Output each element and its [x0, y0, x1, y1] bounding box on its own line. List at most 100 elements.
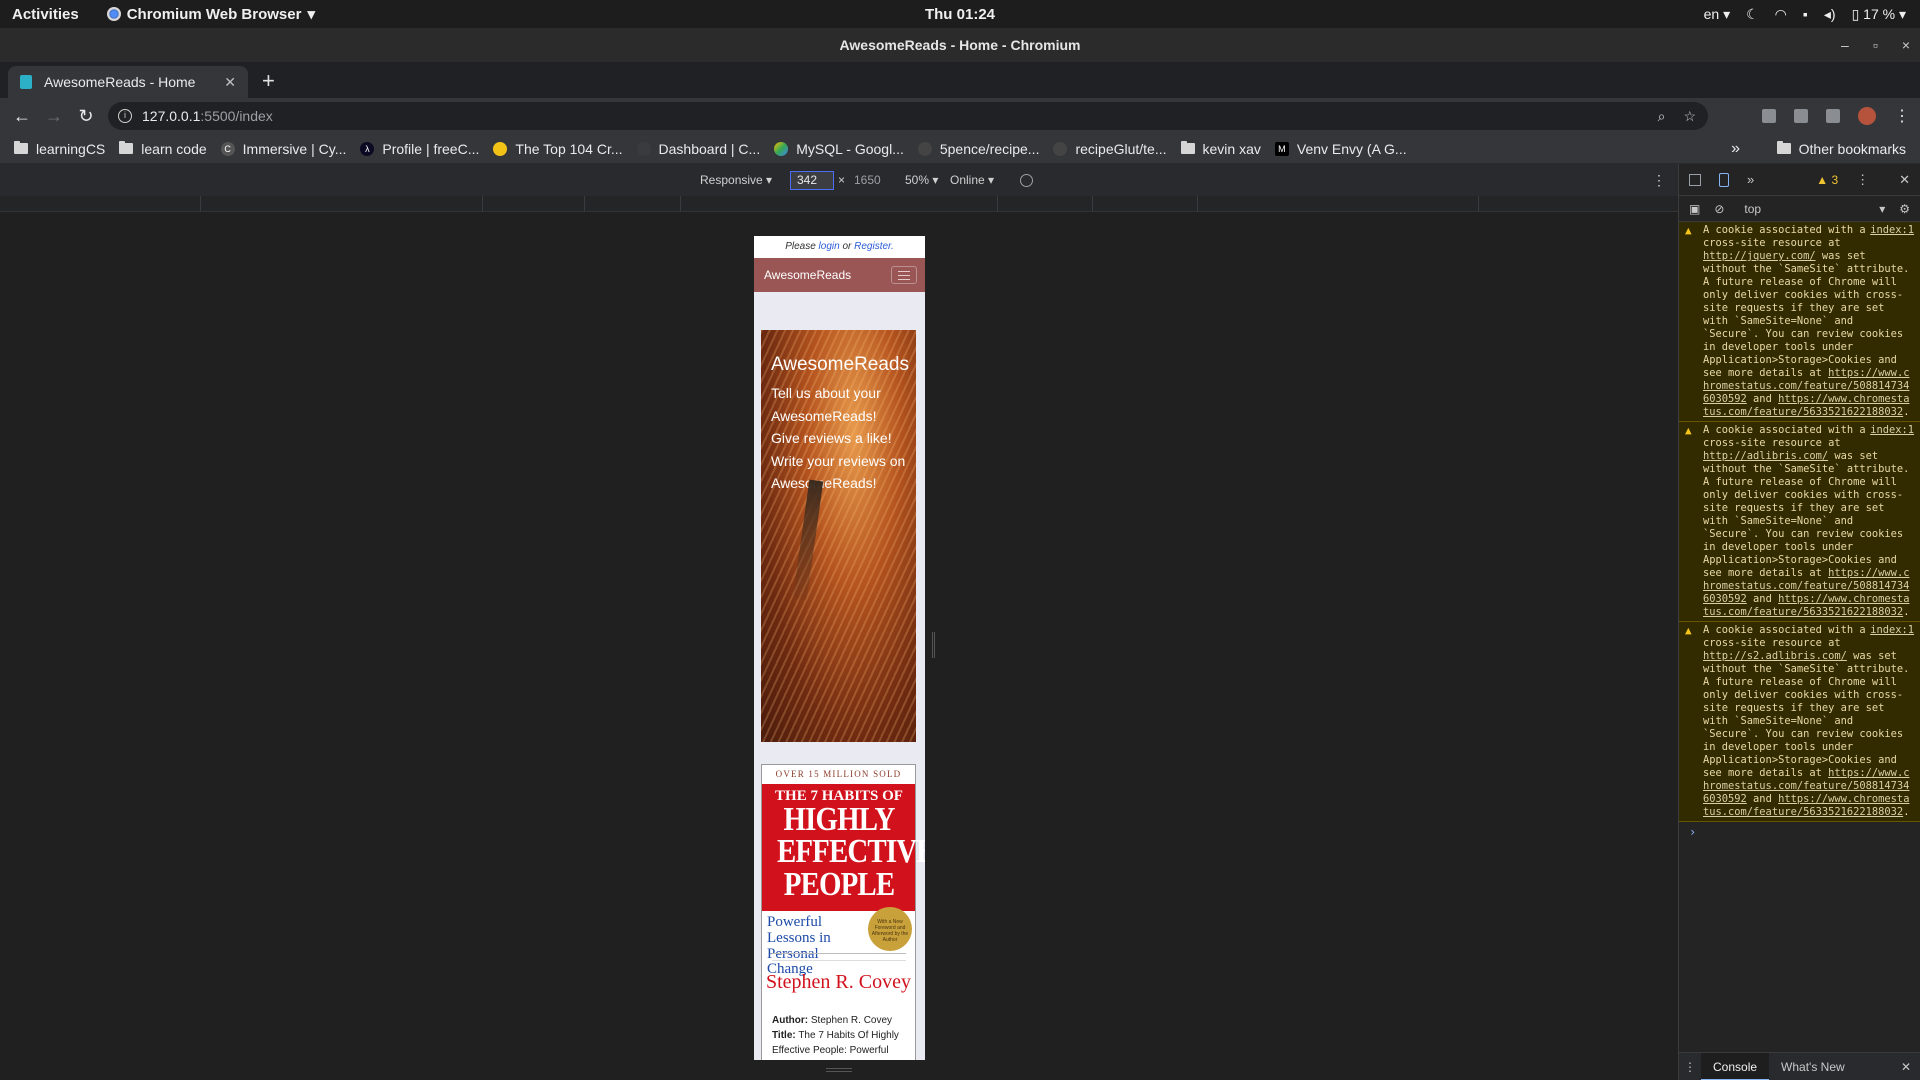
chromium-icon: [106, 7, 121, 21]
clear-console-icon[interactable]: ⊘: [1714, 202, 1724, 216]
media-query-segment[interactable]: [1197, 196, 1198, 212]
forward-arrow-icon[interactable]: →: [38, 106, 70, 127]
url-path: :5500/index: [200, 108, 273, 124]
bookmark-top-104[interactable]: The Top 104 Cr...: [493, 141, 623, 157]
media-query-segment[interactable]: [584, 196, 585, 212]
system-tray[interactable]: en ▾ ☾ ◠ ▪ ◂) ▯ 17 % ▾: [1704, 6, 1906, 23]
source-link[interactable]: index:1: [1870, 624, 1914, 637]
url-link[interactable]: http://s2.adlibris.com/: [1703, 650, 1847, 662]
rotate-icon[interactable]: [1020, 173, 1033, 187]
console-warning[interactable]: ▲ index:1 A cookie associated with a cro…: [1679, 622, 1920, 822]
browser-toolbar: ← → ↻ i 127.0.0.1:5500/index ⌕ ☆ ⋮: [0, 98, 1920, 134]
warning-counter[interactable]: ▲ 3: [1816, 173, 1838, 187]
bookmark-kevin-xav[interactable]: kevin xav: [1180, 141, 1261, 157]
language-indicator[interactable]: en ▾: [1704, 6, 1731, 23]
reload-icon[interactable]: ↻: [70, 106, 102, 127]
inspect-element-icon[interactable]: [1689, 173, 1701, 186]
minimize-icon[interactable]: –: [1841, 37, 1849, 53]
viewport-width-input[interactable]: 342: [790, 171, 834, 190]
back-arrow-icon[interactable]: ←: [6, 106, 38, 127]
bookmark-star-icon[interactable]: ☆: [1683, 108, 1696, 125]
battery-indicator: ▯ 17 % ▾: [1851, 5, 1906, 22]
register-link[interactable]: Register.: [854, 241, 894, 252]
tab-console[interactable]: Console: [1701, 1052, 1770, 1080]
bookmark-freecodecamp[interactable]: λ Profile | freeC...: [360, 141, 479, 157]
console-settings-gear-icon[interactable]: ⚙: [1899, 202, 1910, 216]
media-query-segment[interactable]: [680, 196, 681, 212]
tab-title: AwesomeReads - Home: [44, 74, 196, 90]
other-bookmarks[interactable]: Other bookmarks: [1776, 141, 1906, 157]
media-query-ruler[interactable]: [0, 196, 1678, 212]
activities-button[interactable]: Activities: [12, 6, 79, 23]
media-query-segment[interactable]: [1092, 196, 1093, 212]
viewport-height-input[interactable]: 1650: [854, 173, 881, 187]
network-throttle-select[interactable]: Online ▾: [950, 173, 994, 187]
bookmarks-overflow-button[interactable]: »: [1731, 140, 1740, 158]
console-prompt[interactable]: ›: [1679, 822, 1920, 843]
bookmark-learningcs[interactable]: learningCS: [14, 141, 105, 157]
book-cover-image[interactable]: OVER 15 MILLION SOLD THE 7 HABITS OF HIG…: [762, 765, 925, 1005]
source-link[interactable]: index:1: [1870, 224, 1914, 237]
cover-title: THE 7 HABITS OF HIGHLY EFFECTIVE PEOPLE: [775, 788, 925, 903]
context-select[interactable]: top: [1744, 202, 1761, 216]
bookmark-venv-envy[interactable]: M Venv Envy (A G...: [1274, 141, 1407, 157]
context-dropdown-icon[interactable]: ▾: [1879, 202, 1885, 216]
url-host: 127.0.0.1: [142, 108, 201, 124]
devtools-close-icon[interactable]: ✕: [1899, 172, 1910, 188]
app-menu[interactable]: Chromium Web Browser ▾: [106, 5, 315, 23]
bookmark-5pence-recipe[interactable]: 5pence/recipe...: [917, 141, 1039, 157]
sidebar-toggle-icon[interactable]: ▣: [1689, 202, 1700, 216]
media-query-segment[interactable]: [1478, 196, 1479, 212]
system-top-bar: Activities Chromium Web Browser ▾ Thu 01…: [0, 0, 1920, 28]
address-bar[interactable]: i 127.0.0.1:5500/index ⌕ ☆: [108, 102, 1708, 130]
bookmark-dashboard[interactable]: Dashboard | C...: [636, 141, 760, 157]
site-icon: C: [220, 141, 235, 156]
media-query-segment[interactable]: [482, 196, 483, 212]
more-panels-icon[interactable]: »: [1747, 172, 1754, 187]
drawer-menu-icon[interactable]: ⋮: [1679, 1060, 1701, 1074]
warning-icon: ▲: [1685, 624, 1692, 637]
device-mode-select[interactable]: Responsive ▾: [700, 173, 772, 187]
cover-tagline: OVER 15 MILLION SOLD: [775, 769, 902, 779]
bookmark-favicon-icon: [20, 75, 32, 89]
url-link[interactable]: http://adlibris.com/: [1703, 450, 1828, 462]
brand-link[interactable]: AwesomeReads: [764, 268, 851, 282]
extension-icon[interactable]: [1762, 109, 1776, 123]
new-tab-icon[interactable]: +: [262, 68, 275, 94]
bookmark-learn-code[interactable]: learn code: [119, 141, 207, 157]
zoom-select[interactable]: 50% ▾: [905, 173, 938, 187]
devtools-menu-icon[interactable]: ⋮: [1856, 172, 1869, 188]
device-toggle-icon[interactable]: [1719, 172, 1729, 187]
extension-icon[interactable]: [1794, 109, 1808, 123]
hamburger-menu-icon[interactable]: [891, 266, 917, 284]
extension-icon[interactable]: [1826, 109, 1840, 123]
close-icon[interactable]: ×: [1902, 37, 1910, 53]
book-card[interactable]: OVER 15 MILLION SOLD THE 7 HABITS OF HIG…: [761, 764, 925, 1060]
maximize-icon[interactable]: ▫: [1873, 37, 1878, 53]
media-query-segment[interactable]: [997, 196, 998, 212]
console-warning[interactable]: ▲ index:1 A cookie associated with a cro…: [1679, 422, 1920, 622]
zoom-search-icon[interactable]: ⌕: [1658, 108, 1666, 125]
chevron-down-icon: ▾: [307, 6, 315, 23]
profile-avatar[interactable]: [1858, 107, 1876, 125]
bookmark-recipeglut[interactable]: recipeGlut/te...: [1053, 141, 1167, 157]
bookmark-immersive[interactable]: C Immersive | Cy...: [220, 141, 346, 157]
viewport-resize-handle[interactable]: [932, 632, 935, 658]
source-link[interactable]: index:1: [1870, 424, 1914, 437]
login-link[interactable]: login: [819, 241, 840, 252]
info-icon[interactable]: i: [118, 109, 132, 123]
tab-awesomereads-home[interactable]: AwesomeReads - Home ✕: [8, 66, 248, 98]
app-menu-label: Chromium Web Browser: [126, 5, 302, 23]
clock[interactable]: Thu 01:24: [925, 6, 995, 23]
bookmark-mysql-google[interactable]: MySQL - Googl...: [774, 141, 904, 157]
device-toolbar-menu-icon[interactable]: ⋮: [1652, 172, 1666, 189]
url-link[interactable]: http://jquery.com/: [1703, 250, 1816, 262]
viewport-bottom-resize-handle[interactable]: [826, 1068, 852, 1072]
tab-close-icon[interactable]: ✕: [224, 74, 236, 91]
media-query-segment[interactable]: [200, 196, 201, 212]
book-author: Stephen R. Covey: [810, 1015, 893, 1026]
tab-whats-new[interactable]: What's New: [1769, 1053, 1857, 1080]
drawer-close-icon[interactable]: ✕: [1901, 1060, 1911, 1074]
console-warning[interactable]: ▲ index:1 A cookie associated with a cro…: [1679, 222, 1920, 422]
kebab-menu-icon[interactable]: ⋮: [1894, 106, 1910, 126]
